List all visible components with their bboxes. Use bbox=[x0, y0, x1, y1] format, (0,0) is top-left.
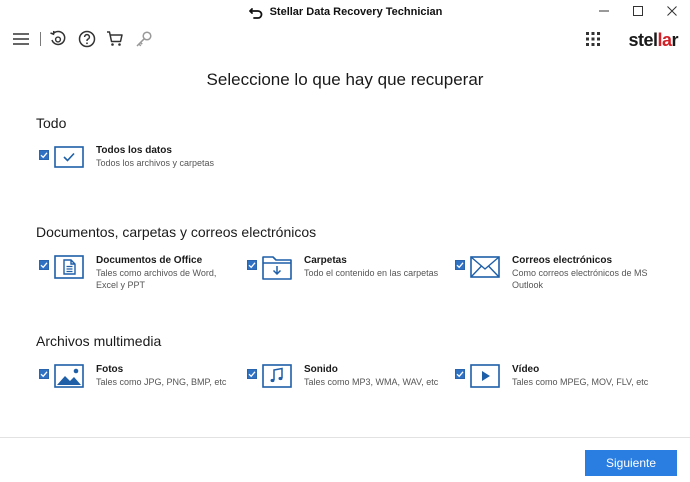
checkmark-icon bbox=[456, 262, 464, 269]
minimize-button[interactable] bbox=[588, 0, 620, 22]
next-button[interactable]: Siguiente bbox=[585, 450, 677, 476]
option-name: Correos electrónicos bbox=[512, 255, 613, 266]
option-description: Como correos electrónicos de MS Outlook bbox=[512, 268, 648, 290]
window-title: Stellar Data Recovery Technician bbox=[269, 6, 443, 18]
checkbox-video[interactable] bbox=[455, 369, 465, 379]
checkmark-icon bbox=[40, 152, 48, 159]
close-button[interactable] bbox=[656, 0, 688, 22]
help-icon bbox=[78, 30, 96, 48]
option-description: Tales como MPEG, MOV, FLV, etc bbox=[512, 377, 649, 387]
key-icon bbox=[136, 31, 152, 47]
photo-icon bbox=[54, 363, 84, 389]
checkbox-carpetas[interactable] bbox=[247, 260, 257, 270]
resume-recovery-icon bbox=[50, 30, 66, 46]
maximize-button[interactable] bbox=[622, 0, 654, 22]
checkbox-documentos-office[interactable] bbox=[39, 260, 49, 270]
folder-icon bbox=[262, 254, 292, 280]
option-description: Todo el contenido en las carpetas bbox=[304, 268, 439, 278]
checkmark-icon bbox=[40, 371, 48, 378]
check-box-icon bbox=[54, 144, 84, 170]
page-title: Seleccione lo que hay que recuperar bbox=[206, 70, 484, 89]
section-title-todo: Todo bbox=[36, 115, 67, 131]
cart-icon bbox=[107, 31, 123, 46]
title-bar: Stellar Data Recovery Technician bbox=[0, 0, 690, 24]
video-icon bbox=[470, 363, 500, 389]
maximize-icon bbox=[633, 6, 643, 16]
checkbox-correos[interactable] bbox=[455, 260, 465, 270]
apps-grid-button[interactable] bbox=[582, 28, 604, 50]
checkmark-icon bbox=[456, 371, 464, 378]
stellar-logo: stellar bbox=[628, 30, 678, 50]
checkmark-icon bbox=[248, 262, 256, 269]
mail-icon bbox=[470, 254, 500, 280]
option-name: Documentos de Office bbox=[96, 255, 203, 266]
option-video[interactable]: Vídeo Tales como MPEG, MOV, FLV, etc bbox=[455, 364, 655, 409]
option-description: Tales como JPG, PNG, BMP, etc bbox=[96, 377, 227, 387]
hamburger-menu-icon bbox=[13, 33, 29, 45]
resume-recovery-button[interactable] bbox=[47, 28, 69, 50]
option-name: Carpetas bbox=[304, 255, 347, 266]
option-carpetas[interactable]: Carpetas Todo el contenido en las carpet… bbox=[247, 255, 447, 300]
checkbox-sonido[interactable] bbox=[247, 369, 257, 379]
close-icon bbox=[667, 6, 677, 16]
option-description: Tales como MP3, WMA, WAV, etc bbox=[304, 377, 439, 387]
activation-key-button[interactable] bbox=[133, 28, 155, 50]
toolbar-divider bbox=[40, 32, 41, 46]
option-name: Sonido bbox=[304, 364, 338, 375]
option-todos-los-datos[interactable]: Todos los datos Todos los archivos y car… bbox=[39, 145, 239, 190]
help-button[interactable] bbox=[76, 28, 98, 50]
section-title-multimedia: Archivos multimedia bbox=[36, 333, 162, 349]
document-icon bbox=[54, 254, 84, 280]
minimize-icon bbox=[599, 10, 609, 12]
apps-grid-icon bbox=[586, 32, 600, 46]
checkbox-fotos[interactable] bbox=[39, 369, 49, 379]
option-sonido[interactable]: Sonido Tales como MP3, WMA, WAV, etc bbox=[247, 364, 447, 409]
footer-divider bbox=[0, 437, 690, 438]
checkmark-icon bbox=[248, 371, 256, 378]
option-name: Vídeo bbox=[512, 364, 540, 375]
cart-button[interactable] bbox=[104, 28, 126, 50]
option-documentos-office[interactable]: Documentos de Office Tales como archivos… bbox=[39, 255, 239, 300]
option-correos[interactable]: Correos electrónicos Como correos electr… bbox=[455, 255, 655, 300]
toolbar: stellar bbox=[0, 24, 690, 54]
option-description: Tales como archivos de Word, Excel y PPT bbox=[96, 268, 217, 290]
checkbox-todos-los-datos[interactable] bbox=[39, 150, 49, 160]
section-title-documentos: Documentos, carpetas y correos electróni… bbox=[36, 224, 317, 240]
checkmark-icon bbox=[40, 262, 48, 269]
option-name: Todos los datos bbox=[96, 145, 172, 156]
menu-button[interactable] bbox=[10, 28, 32, 50]
app-logo-icon bbox=[248, 8, 262, 19]
option-fotos[interactable]: Fotos Tales como JPG, PNG, BMP, etc bbox=[39, 364, 239, 409]
option-description: Todos los archivos y carpetas bbox=[96, 158, 215, 168]
option-name: Fotos bbox=[96, 364, 124, 375]
music-icon bbox=[262, 363, 292, 389]
